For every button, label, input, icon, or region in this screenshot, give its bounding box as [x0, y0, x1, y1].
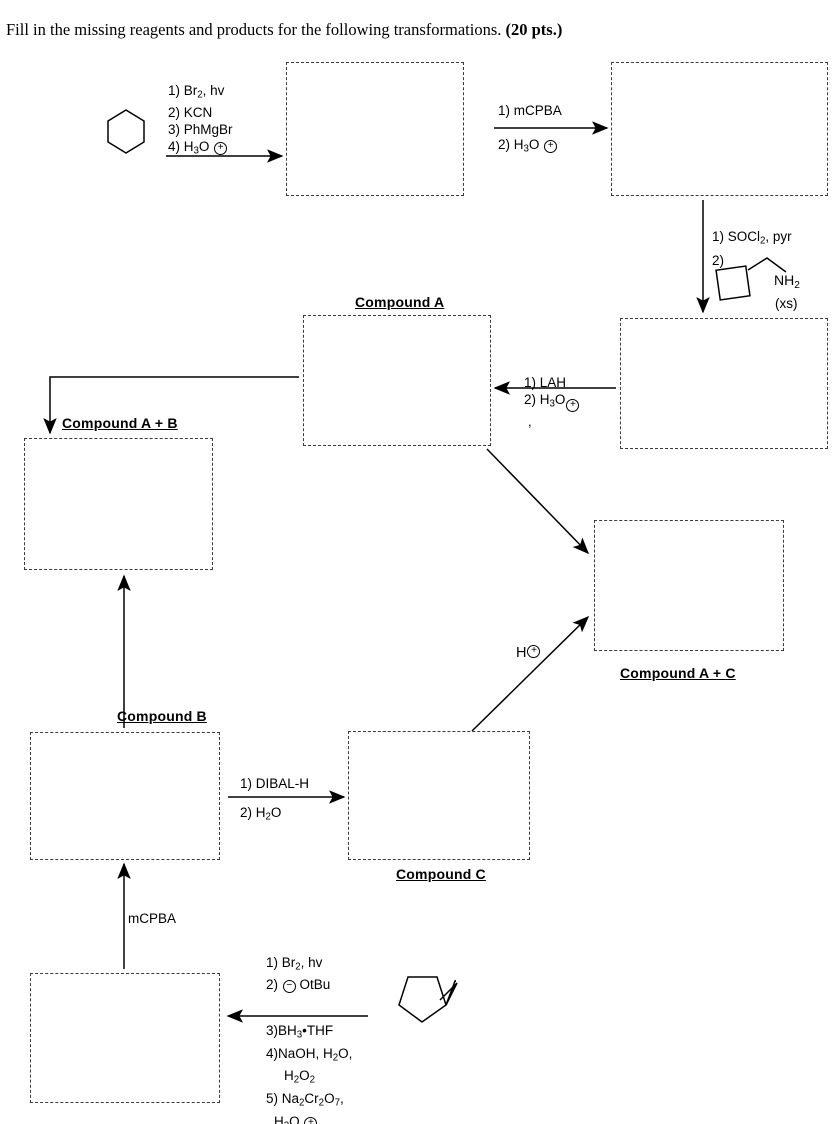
- answer-box-2[interactable]: [611, 62, 828, 196]
- step1-line-3: 3) PhMgBr: [168, 121, 233, 137]
- answer-box-compound-b[interactable]: [30, 732, 220, 860]
- stray-comma: ,: [528, 414, 532, 429]
- socl2-line-1: 1) SOCl2, pyr: [712, 229, 792, 247]
- reaction-arrow-c-to-ac: [471, 615, 590, 732]
- ethylcyclopentane-ethyl-chain: [445, 982, 458, 1006]
- mcpba-side-label: mCPBA: [128, 911, 177, 926]
- acid-catalyst-label: H +: [516, 645, 541, 661]
- prompt-text: Fill in the missing reagents and product…: [6, 20, 502, 39]
- step1-line-4: 4) H3O +: [168, 138, 233, 160]
- answer-box-compound-a-plus-b[interactable]: [24, 438, 213, 570]
- excess-label: (xs): [775, 296, 798, 311]
- mcpba-top-above: 1) mCPBA: [498, 102, 562, 119]
- answer-box-compound-a-plus-c[interactable]: [594, 520, 784, 651]
- mcpba-top-below: 2) H3O +: [498, 136, 558, 158]
- reaction-arrow-a-to-ac: [486, 448, 590, 555]
- worksheet-page: Fill in the missing reagents and product…: [0, 0, 836, 1124]
- answer-box-1[interactable]: [286, 62, 464, 196]
- step1-reagents: 1) Br2, hv 2) KCN 3) PhMgBr 4) H3O +: [168, 82, 233, 159]
- caption-compound-b: Compound B: [117, 708, 207, 724]
- lah-below: 2) H3O +: [524, 391, 580, 413]
- mcpba-top-line-1: 1) mCPBA: [498, 103, 562, 118]
- socl2-line-2: 2): [712, 253, 725, 268]
- bottom-reagents-below: 3)BH3•THF 4)NaOH, H2O, H2O2 5) Na2Cr2O7,…: [266, 1022, 352, 1124]
- points-label: (20 pts.): [505, 20, 563, 39]
- answer-box-bottom[interactable]: [30, 973, 220, 1103]
- cyclohexane-structure: [107, 109, 145, 154]
- answer-box-compound-a[interactable]: [303, 315, 491, 446]
- answer-box-compound-c[interactable]: [348, 731, 530, 860]
- page-title: Fill in the missing reagents and product…: [6, 20, 816, 40]
- answer-box-3[interactable]: [620, 318, 828, 449]
- dibal-below: 2) H2O: [240, 805, 282, 823]
- caption-compound-c: Compound C: [396, 866, 486, 882]
- mcpba-top-line-2: 2) H3O +: [498, 136, 558, 158]
- lah-above: 1) LAH: [524, 375, 567, 390]
- amine-nh2-label: NH2: [774, 272, 800, 291]
- caption-compound-a: Compound A: [355, 294, 445, 310]
- step1-line-1: 1) Br2, hv: [168, 83, 225, 101]
- ethylcyclopentane-structure: [398, 976, 457, 1023]
- bottom-reagents-above: 1) Br2, hv 2) − OtBu: [266, 955, 331, 993]
- caption-compound-a-plus-b: Compound A + B: [62, 415, 178, 431]
- step1-line-2: 2) KCN: [168, 104, 213, 120]
- dibal-above: 1) DIBAL-H: [240, 776, 310, 791]
- caption-compound-a-plus-c: Compound A + C: [620, 665, 736, 681]
